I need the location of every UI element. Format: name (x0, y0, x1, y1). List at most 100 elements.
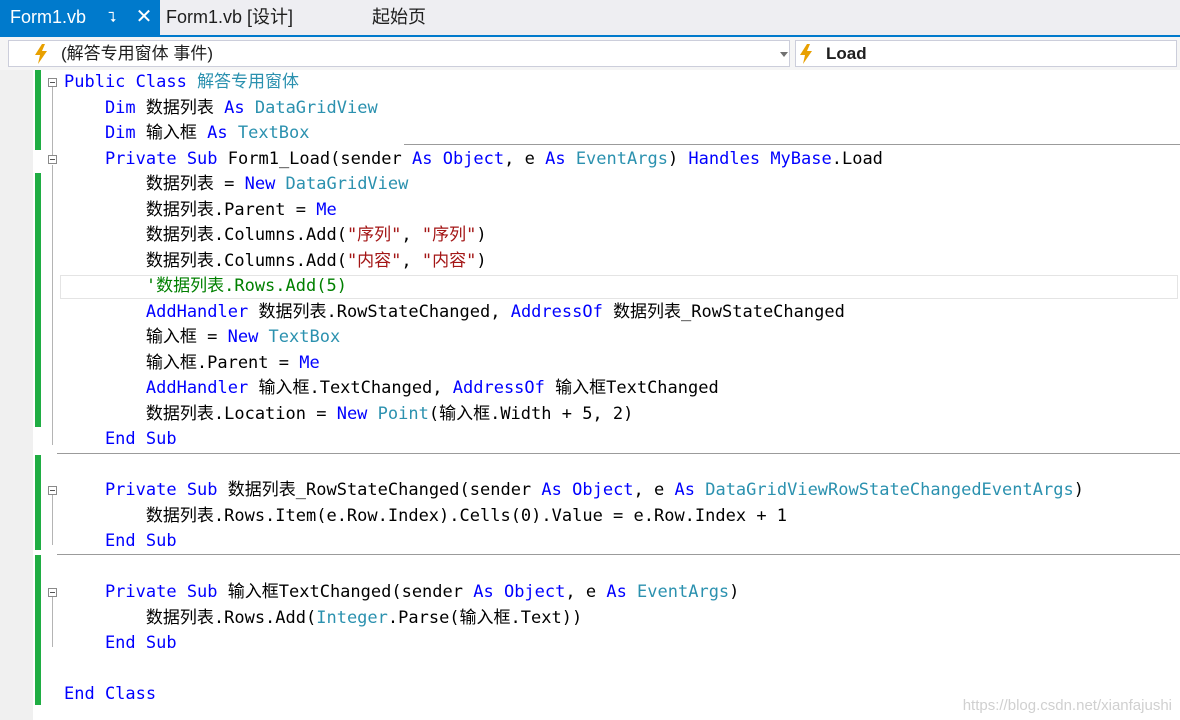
code-token: New (336, 403, 378, 424)
code-token: 数据列表.Rows.Add( (64, 607, 317, 628)
code-token: 数据列表.Columns.Add( (64, 225, 347, 245)
code-line[interactable]: Private Sub Form1_Load(sender As Object,… (64, 147, 883, 172)
code-token: ) (1073, 480, 1084, 500)
code-token: As (224, 97, 255, 118)
member-dropdown-value: Load (826, 44, 867, 63)
outline-line (52, 597, 53, 647)
object-dropdown[interactable]: (解答专用窗体 事件) (8, 40, 790, 67)
code-token: 输入框 = (64, 327, 228, 347)
code-line[interactable]: AddHandler 数据列表.RowStateChanged, Address… (64, 300, 845, 325)
change-bar (35, 455, 41, 550)
code-token: EventArgs (637, 582, 730, 602)
code-token: 数据列表.Location = (64, 403, 337, 424)
code-token: 数据列表.Parent = (64, 199, 317, 220)
code-token: AddHandler (64, 301, 259, 322)
code-token: , e (633, 480, 675, 500)
watermark: https://blog.csdn.net/xianfajushi (962, 697, 1172, 714)
code-line[interactable]: 数据列表.Columns.Add("序列", "序列") (64, 223, 487, 248)
code-token: "序列" (421, 225, 477, 245)
code-token: Integer (316, 607, 388, 628)
chevron-down-icon[interactable] (780, 52, 788, 57)
code-token: Form1_Load(sender (227, 148, 412, 169)
code-line[interactable]: AddHandler 输入框.TextChanged, AddressOf 输入… (64, 376, 719, 401)
collapse-toggle[interactable] (48, 155, 57, 164)
code-line[interactable]: 数据列表.Location = New Point(输入框.Width + 5,… (64, 402, 634, 427)
code-token: , (401, 250, 422, 271)
code-token: 数据列表 = (64, 174, 245, 194)
code-token: New (244, 174, 286, 194)
code-token: , e (504, 148, 546, 169)
member-dropdown[interactable]: Load (795, 40, 1177, 67)
code-token: New (227, 327, 269, 347)
code-token: 输入框TextChanged (555, 378, 719, 398)
code-token: Object (572, 480, 634, 500)
tab-label: Form1.vb (10, 7, 87, 27)
code-line[interactable]: End Sub (64, 631, 177, 656)
code-token: TextBox (237, 123, 310, 143)
code-token: As (207, 123, 238, 143)
navigation-bar: (解答专用窗体 事件) Load (0, 37, 1180, 70)
code-token: DataGridView (285, 174, 409, 194)
code-line[interactable]: 输入框 = New TextBox (64, 325, 340, 350)
change-bar (35, 70, 41, 150)
pin-icon[interactable]: ⮧ (108, 0, 116, 35)
code-line[interactable]: 数据列表.Rows.Add(Integer.Parse(输入框.Text)) (64, 606, 582, 631)
code-token: ) (476, 250, 487, 271)
code-line[interactable]: Private Sub 数据列表_RowStateChanged(sender … (64, 478, 1084, 503)
collapse-toggle[interactable] (48, 78, 57, 87)
code-line[interactable]: Private Sub 输入框TextChanged(sender As Obj… (64, 580, 739, 605)
code-token: DataGridViewRowStateChangedEventArgs (705, 480, 1074, 500)
code-token: Handles (688, 148, 771, 169)
code-line[interactable]: End Sub (64, 427, 177, 452)
code-line[interactable]: Dim 数据列表 As DataGridView (64, 96, 378, 121)
code-token: ) (476, 225, 487, 245)
outline-line (52, 87, 53, 157)
code-token: 解答专用窗体 (197, 72, 300, 92)
code-token: TextBox (268, 327, 341, 347)
code-token: Private Sub (64, 582, 228, 602)
code-token: ) (667, 148, 689, 169)
method-separator (57, 554, 1180, 555)
code-line[interactable]: 数据列表.Parent = Me (64, 198, 337, 223)
code-line[interactable]: End Class (64, 682, 156, 707)
code-token: 数据列表.RowStateChanged, (258, 301, 511, 322)
code-line[interactable]: Public Class 解答专用窗体 (64, 70, 299, 95)
code-editor[interactable]: Public Class 解答专用窗体 Dim 数据列表 As DataGrid… (0, 70, 1180, 720)
code-token: As (473, 582, 504, 602)
document-tab-strip: Form1.vb ⮧ ✕ Form1.vb [设计] 起始页 (0, 0, 1180, 35)
tab-label: Form1.vb [设计] (166, 7, 294, 27)
collapse-toggle[interactable] (48, 588, 57, 597)
code-line[interactable]: '数据列表.Rows.Add(5) (64, 274, 347, 299)
code-line[interactable]: Dim 输入框 As TextBox (64, 121, 310, 146)
code-token: ) (729, 582, 740, 602)
change-bar (35, 173, 41, 427)
code-token: 数据列表.Columns.Add( (64, 250, 347, 271)
code-token: Me (316, 199, 337, 220)
code-token: "序列" (346, 225, 402, 245)
code-line[interactable]: 数据列表.Columns.Add("内容", "内容") (64, 249, 487, 274)
code-token: 数据列表 (145, 97, 225, 118)
collapse-toggle[interactable] (48, 486, 57, 495)
tab-start-page[interactable]: 起始页 (370, 0, 426, 35)
code-token: 数据列表_RowStateChanged (613, 301, 845, 322)
close-icon[interactable]: ✕ (130, 0, 158, 35)
code-token: DataGridView (254, 97, 378, 118)
indicator-margin (0, 70, 33, 720)
code-token: AddressOf (452, 378, 556, 398)
code-token: End Sub (64, 633, 177, 653)
code-token: End Sub (64, 531, 177, 551)
tab-form1-vb[interactable]: Form1.vb ⮧ ✕ (0, 0, 160, 35)
code-token: Object (442, 148, 505, 169)
code-token: Dim (64, 123, 146, 143)
code-token: 输入框TextChanged(sender (227, 582, 474, 602)
code-token: 数据列表.Rows.Item(e.Row.Index).Cells(0).Val… (64, 505, 788, 526)
code-line[interactable]: 输入框.Parent = Me (64, 351, 320, 376)
code-token: , e (565, 582, 607, 602)
code-line[interactable]: 数据列表 = New DataGridView (64, 172, 409, 197)
code-token: AddressOf (510, 301, 614, 322)
code-line[interactable]: 数据列表.Rows.Item(e.Row.Index).Cells(0).Val… (64, 504, 787, 529)
code-token: .Load (831, 148, 883, 169)
tab-label: 起始页 (372, 7, 426, 27)
code-line[interactable]: End Sub (64, 529, 177, 554)
tab-form1-design[interactable]: Form1.vb [设计] (164, 0, 293, 35)
